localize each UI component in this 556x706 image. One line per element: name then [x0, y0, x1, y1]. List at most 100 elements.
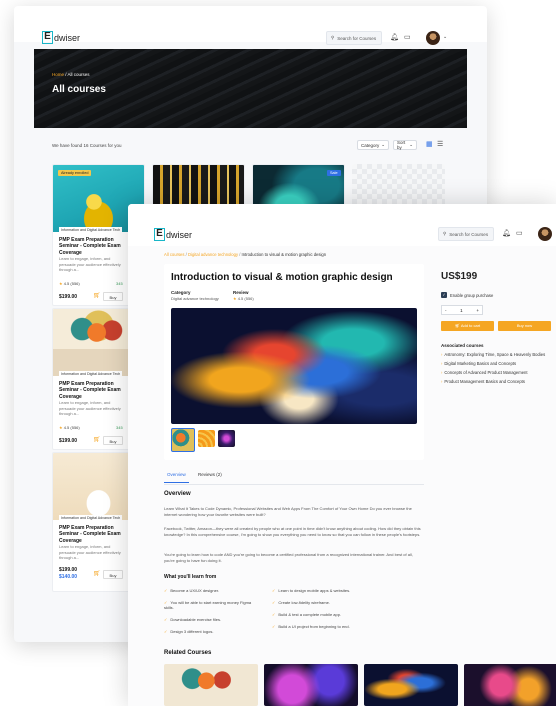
- gallery-thumbnail-2[interactable]: [198, 430, 215, 447]
- group-purchase-label: Enable group purchase: [450, 293, 494, 298]
- gallery-thumbnail-1[interactable]: [171, 428, 195, 452]
- learn-item: Design 3 different logos.: [164, 629, 213, 634]
- quantity-stepper[interactable]: - 1 +: [441, 305, 483, 315]
- breadcrumb-current: Introduction to visual & motion graphic …: [241, 252, 327, 257]
- avatar[interactable]: [426, 31, 440, 45]
- breadcrumb: All courses / Digital advance technology…: [164, 252, 327, 257]
- hero-banner: Home / All courses All courses: [34, 49, 467, 128]
- associated-course-link[interactable]: Product Management Basics and Concepts: [441, 379, 525, 384]
- breadcrumb-current: / All courses: [64, 72, 90, 77]
- brand-logo[interactable]: E dwiser: [42, 31, 80, 44]
- breadcrumb-all-courses[interactable]: All courses: [164, 252, 184, 257]
- associated-title: Associated courses: [441, 343, 484, 348]
- qty-plus-button[interactable]: +: [476, 308, 479, 313]
- breadcrumb: Home / All courses: [52, 72, 90, 77]
- qty-minus-button[interactable]: -: [445, 308, 447, 313]
- category-filter[interactable]: Category ⌄: [357, 140, 389, 150]
- related-course-thumbnail[interactable]: [164, 664, 258, 706]
- cart-icon[interactable]: 🛒︎: [93, 437, 101, 443]
- course-description: Learn to engage, inform, and persuade yo…: [59, 400, 121, 416]
- gallery-thumbnail-3[interactable]: [218, 430, 235, 447]
- buy-now-button[interactable]: Buy now: [498, 321, 551, 331]
- course-price: US$199: [441, 271, 478, 282]
- tab-divider: [164, 484, 424, 485]
- associated-course-link[interactable]: Digital Marketing Basics and Concepts: [441, 361, 516, 366]
- add-to-cart-button[interactable]: 🛒︎ Add to cart: [441, 321, 494, 331]
- related-heading: Related Courses: [164, 650, 212, 656]
- associated-course-link[interactable]: Concepts of Advanced Product Management: [441, 370, 527, 375]
- category-label: Category: [171, 290, 191, 295]
- course-title[interactable]: PMP Exam Preparation Seminar - Complete …: [59, 237, 125, 256]
- related-course-thumbnail[interactable]: [364, 664, 458, 706]
- buy-button[interactable]: Buy: [103, 436, 123, 445]
- related-course-thumbnail[interactable]: [264, 664, 358, 706]
- course-category: Information and Digital Advance Tech: [59, 515, 123, 521]
- review-value: ★ 4.5 (556): [233, 296, 254, 301]
- course-category: Information and Digital Advance Tech: [59, 371, 123, 377]
- course-title: Introduction to visual & motion graphic …: [171, 272, 393, 283]
- logo-mark: E: [154, 228, 165, 241]
- search-input[interactable]: ⚲ Search for Courses: [438, 227, 494, 241]
- chevron-down-icon[interactable]: ⌄: [443, 35, 447, 40]
- grid-view-icon[interactable]: ▦: [426, 141, 433, 148]
- associated-course-link[interactable]: Astronomy: Exploring Time, Space & Heave…: [441, 352, 545, 357]
- search-icon: ⚲: [443, 231, 447, 236]
- logo-mark: E: [42, 31, 53, 44]
- course-description: Learn to engage, inform, and persuade yo…: [59, 256, 121, 272]
- enrolled-count: 345: [116, 281, 123, 286]
- page-title: All courses: [52, 84, 106, 95]
- chevron-down-icon: ⌄: [409, 142, 413, 147]
- list-view-icon[interactable]: ☰: [437, 141, 443, 148]
- search-icon: ⚲: [331, 35, 335, 40]
- overview-paragraph: You're going to learn how to code AND yo…: [164, 552, 413, 563]
- sort-label: Sort by: [397, 140, 406, 150]
- buy-button[interactable]: Buy: [103, 292, 123, 301]
- chat-icon[interactable]: ▭: [404, 34, 411, 41]
- bell-icon[interactable]: 🔔︎: [502, 230, 511, 237]
- course-rating: ★ 4.5 (556): [59, 281, 80, 286]
- breadcrumb-category[interactable]: Digital advance technology: [188, 252, 238, 257]
- search-input[interactable]: ⚲ Search for Courses: [326, 31, 382, 45]
- cart-icon: 🛒︎: [454, 323, 460, 328]
- tab-reviews[interactable]: Reviews (2): [198, 472, 222, 477]
- sale-price: $140.00: [59, 574, 78, 580]
- cart-icon[interactable]: 🛒︎: [93, 571, 101, 577]
- course-detail-window: E dwiser ⚲ Search for Courses 🔔︎ ▭ All c…: [128, 204, 556, 706]
- enrolled-count: 345: [116, 425, 123, 430]
- breadcrumb-home[interactable]: Home: [52, 72, 64, 77]
- chat-icon[interactable]: ▭: [516, 230, 523, 237]
- tab-overview[interactable]: Overview: [164, 472, 189, 483]
- sale-badge: Sale: [327, 170, 341, 176]
- course-description: Learn to engage, inform, and persuade yo…: [59, 544, 121, 560]
- logo-text: dwiser: [54, 32, 81, 43]
- bell-icon[interactable]: 🔔︎: [390, 34, 399, 41]
- sort-filter[interactable]: Sort by ⌄: [393, 140, 417, 150]
- learn-item: Learn to design mobile apps & websites.: [272, 588, 350, 593]
- learn-item: You will be able to start earning money …: [164, 600, 259, 610]
- brand-logo[interactable]: E dwiser: [154, 228, 192, 241]
- learn-item: Build & test a complete mobile app.: [272, 612, 341, 617]
- overview-paragraph: Learn What It Takes to Code Dynamic, Pro…: [164, 506, 412, 517]
- learn-heading: What you'll learn from: [164, 574, 217, 580]
- search-placeholder: Search for Courses: [449, 231, 489, 237]
- related-course-thumbnail[interactable]: [464, 664, 556, 706]
- cart-icon[interactable]: 🛒︎: [93, 293, 101, 299]
- avatar[interactable]: [538, 227, 552, 241]
- course-category: Information and Digital Advance Tech: [59, 227, 123, 233]
- category-value: Digital advance technology: [171, 296, 219, 301]
- search-placeholder: Search for Courses: [337, 35, 377, 41]
- group-purchase-checkbox[interactable]: ✓: [441, 292, 447, 298]
- qty-value[interactable]: 1: [460, 308, 463, 313]
- course-price: $199.00: [59, 294, 78, 300]
- course-price: $199.00: [59, 438, 78, 444]
- learn-item: Downloadable exercise files.: [164, 617, 221, 622]
- overview-paragraph: Facebook, Twitter, Amazon—they were all …: [164, 526, 421, 537]
- learn-item: Build a UI project from beginning to end…: [272, 624, 349, 629]
- star-icon: ★: [233, 296, 237, 301]
- status-badge: Already enrolled: [58, 170, 92, 176]
- course-title[interactable]: PMP Exam Preparation Seminar - Complete …: [59, 381, 125, 400]
- buy-button[interactable]: Buy: [103, 570, 123, 579]
- logo-text: dwiser: [166, 229, 193, 240]
- category-label: Category: [361, 142, 380, 148]
- course-title[interactable]: PMP Exam Preparation Seminar - Complete …: [59, 525, 125, 544]
